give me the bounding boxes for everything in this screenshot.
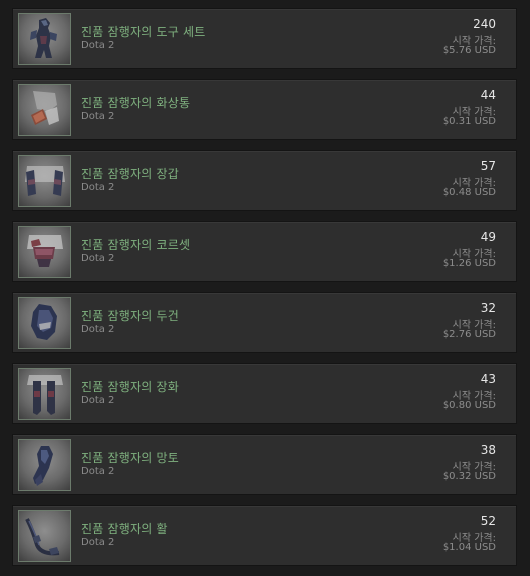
item-name[interactable]: 진품 잠행자의 장갑 bbox=[81, 165, 179, 182]
game-name: Dota 2 bbox=[81, 40, 115, 51]
burn-case-icon[interactable] bbox=[18, 84, 71, 136]
game-name: Dota 2 bbox=[81, 182, 115, 193]
market-listing-list: 진품 잠행자의 도구 세트 Dota 2 240 시작 가격: $5.76 US… bbox=[0, 0, 530, 576]
market-listing-row[interactable]: 진품 잠행자의 장화 Dota 2 43 시작 가격: $0.80 USD bbox=[12, 363, 517, 424]
listing-quantity: 49 bbox=[480, 230, 496, 244]
market-listing-row[interactable]: 진품 잠행자의 화상통 Dota 2 44 시작 가격: $0.31 USD bbox=[12, 79, 517, 140]
listing-quantity: 57 bbox=[480, 159, 496, 173]
listing-quantity: 52 bbox=[480, 514, 496, 528]
game-name: Dota 2 bbox=[81, 466, 115, 477]
listing-quantity: 32 bbox=[480, 301, 496, 315]
market-listing-row[interactable]: 진품 잠행자의 코르셋 Dota 2 49 시작 가격: $1.26 USD bbox=[12, 221, 517, 282]
item-name[interactable]: 진품 잠행자의 장화 bbox=[81, 378, 179, 395]
item-name[interactable]: 진품 잠행자의 활 bbox=[81, 520, 168, 537]
game-name: Dota 2 bbox=[81, 111, 115, 122]
starting-price: $0.31 USD bbox=[442, 116, 496, 127]
cape-icon[interactable] bbox=[18, 439, 71, 491]
game-name: Dota 2 bbox=[81, 537, 115, 548]
starting-price: $5.76 USD bbox=[442, 45, 496, 56]
stalker-set-icon[interactable] bbox=[18, 13, 71, 65]
game-name: Dota 2 bbox=[81, 395, 115, 406]
listing-quantity: 43 bbox=[480, 372, 496, 386]
hood-icon[interactable] bbox=[18, 297, 71, 349]
starting-price: $1.26 USD bbox=[442, 258, 496, 269]
listing-quantity: 240 bbox=[473, 17, 496, 31]
corset-icon[interactable] bbox=[18, 226, 71, 278]
item-name[interactable]: 진품 잠행자의 코르셋 bbox=[81, 236, 190, 253]
starting-price: $0.48 USD bbox=[442, 187, 496, 198]
item-name[interactable]: 진품 잠행자의 두건 bbox=[81, 307, 179, 324]
market-listing-row[interactable]: 진품 잠행자의 도구 세트 Dota 2 240 시작 가격: $5.76 US… bbox=[12, 8, 517, 69]
market-listing-row[interactable]: 진품 잠행자의 망토 Dota 2 38 시작 가격: $0.32 USD bbox=[12, 434, 517, 495]
item-name[interactable]: 진품 잠행자의 도구 세트 bbox=[81, 23, 205, 40]
game-name: Dota 2 bbox=[81, 324, 115, 335]
gloves-icon[interactable] bbox=[18, 155, 71, 207]
market-listing-row[interactable]: 진품 잠행자의 장갑 Dota 2 57 시작 가격: $0.48 USD bbox=[12, 150, 517, 211]
starting-price: $0.80 USD bbox=[442, 400, 496, 411]
starting-price: $1.04 USD bbox=[442, 542, 496, 553]
item-name[interactable]: 진품 잠행자의 망토 bbox=[81, 449, 179, 466]
item-name[interactable]: 진품 잠행자의 화상통 bbox=[81, 94, 190, 111]
listing-quantity: 38 bbox=[480, 443, 496, 457]
starting-price: $2.76 USD bbox=[442, 329, 496, 340]
starting-price: $0.32 USD bbox=[442, 471, 496, 482]
boots-icon[interactable] bbox=[18, 368, 71, 420]
game-name: Dota 2 bbox=[81, 253, 115, 264]
market-listing-row[interactable]: 진품 잠행자의 두건 Dota 2 32 시작 가격: $2.76 USD bbox=[12, 292, 517, 353]
listing-quantity: 44 bbox=[480, 88, 496, 102]
bow-icon[interactable] bbox=[18, 510, 71, 562]
market-listing-row[interactable]: 진품 잠행자의 활 Dota 2 52 시작 가격: $1.04 USD bbox=[12, 505, 517, 566]
